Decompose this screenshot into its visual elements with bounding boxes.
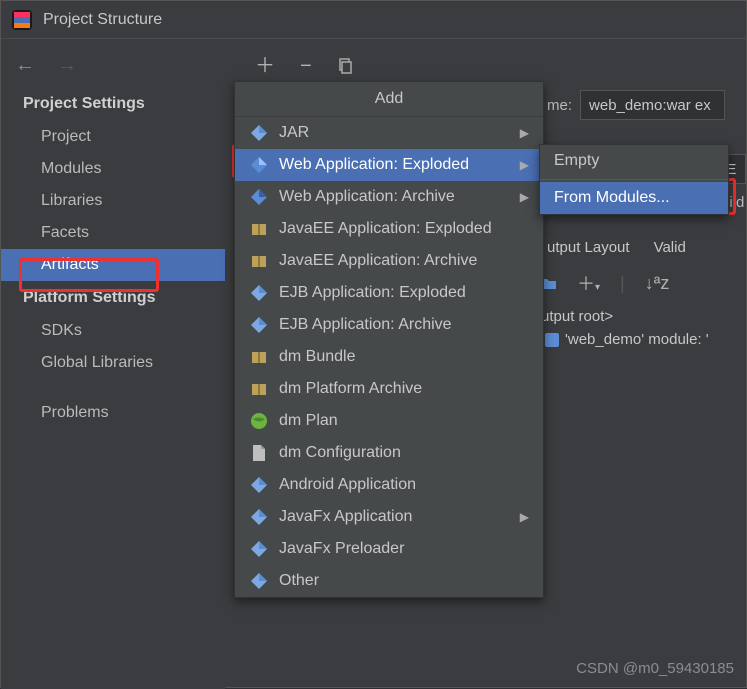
forward-arrow-icon: → [57, 54, 77, 77]
web-exploded-submenu: Empty From Modules... [539, 144, 729, 215]
submenu-item-from-modules[interactable]: From Modules... [540, 182, 728, 214]
window-title: Project Structure [43, 11, 162, 29]
submenu-separator [540, 179, 728, 180]
artifact-type-icon [249, 443, 269, 463]
sidebar-item-global-libraries[interactable]: Global Libraries [1, 347, 225, 379]
sidebar: Project Settings Project Modules Librari… [1, 87, 225, 689]
sidebar-item-sdks[interactable]: SDKs [1, 315, 225, 347]
menu-item-javafx-application[interactable]: JavaFx Application ▶ [235, 501, 543, 533]
submenu-arrow-icon: ▶ [520, 510, 529, 524]
sidebar-item-project[interactable]: Project [1, 121, 225, 153]
menu-item-label: EJB Application: Archive [279, 316, 452, 334]
artifact-type-icon [249, 379, 269, 399]
menu-item-ejb-application-archive[interactable]: EJB Application: Archive [235, 309, 543, 341]
menu-item-label: JavaFx Preloader [279, 540, 404, 558]
sidebar-heading-platform: Platform Settings [1, 281, 225, 315]
menu-item-label: Other [279, 572, 319, 590]
menu-item-dm-platform-archive[interactable]: dm Platform Archive [235, 373, 543, 405]
menu-item-dm-plan[interactable]: dm Plan [235, 405, 543, 437]
artifact-type-icon [249, 155, 269, 175]
sidebar-item-problems[interactable]: Problems [1, 397, 225, 429]
artifact-type-icon [249, 251, 269, 271]
tab-output-layout[interactable]: utput Layout [547, 239, 630, 267]
menu-item-label: dm Plan [279, 412, 338, 430]
artifact-name-input[interactable]: web_demo:war ex [580, 90, 725, 120]
artifact-type-icon [249, 219, 269, 239]
tree-module-row[interactable]: 'web_demo' module: ' [541, 328, 746, 351]
menu-item-label: Android Application [279, 476, 416, 494]
menu-item-javafx-preloader[interactable]: JavaFx Preloader [235, 533, 543, 565]
tab-validation[interactable]: Valid [654, 239, 686, 267]
artifact-type-icon [249, 347, 269, 367]
tree-root-row[interactable]: utput root> [541, 305, 746, 328]
tree-root-label: utput root> [541, 308, 613, 325]
menu-item-android-application[interactable]: Android Application [235, 469, 543, 501]
artifact-type-icon [249, 283, 269, 303]
artifact-type-icon [249, 475, 269, 495]
artifact-type-icon [249, 187, 269, 207]
menu-item-label: Web Application: Exploded [279, 156, 469, 174]
menu-item-label: JavaFx Application [279, 508, 412, 526]
menu-item-web-application-archive[interactable]: Web Application: Archive ▶ [235, 181, 543, 213]
menu-item-javaee-application-archive[interactable]: JavaEE Application: Archive [235, 245, 543, 277]
menu-item-jar[interactable]: JAR ▶ [235, 117, 543, 149]
popup-title: Add [235, 82, 543, 117]
sidebar-heading-project: Project Settings [1, 87, 225, 121]
submenu-item-empty[interactable]: Empty [540, 145, 728, 177]
artifact-type-icon [249, 315, 269, 335]
menu-item-label: JAR [279, 124, 309, 142]
sidebar-item-artifacts[interactable]: Artifacts [1, 249, 225, 281]
artifact-type-icon [249, 411, 269, 431]
sort-icon[interactable]: ↓ªz [645, 273, 670, 294]
menu-item-javaee-application-exploded[interactable]: JavaEE Application: Exploded [235, 213, 543, 245]
sidebar-item-modules[interactable]: Modules [1, 153, 225, 185]
artifact-type-icon [249, 539, 269, 559]
back-arrow-icon[interactable]: ← [15, 54, 35, 77]
menu-item-label: dm Bundle [279, 348, 356, 366]
menu-item-dm-configuration[interactable]: dm Configuration [235, 437, 543, 469]
name-label: me: [547, 97, 572, 114]
module-icon [545, 333, 559, 347]
nav-back-forward: ← → [1, 43, 241, 88]
menu-item-label: EJB Application: Exploded [279, 284, 466, 302]
artifact-type-icon [249, 507, 269, 527]
menu-item-label: dm Platform Archive [279, 380, 422, 398]
output-toolbar: ＋▾ | ↓ªz [541, 269, 746, 297]
artifact-type-icon [249, 123, 269, 143]
artifact-type-icon [249, 571, 269, 591]
intellij-logo-icon [11, 9, 33, 31]
menu-item-ejb-application-exploded[interactable]: EJB Application: Exploded [235, 277, 543, 309]
menu-item-other[interactable]: Other [235, 565, 543, 597]
sidebar-item-facets[interactable]: Facets [1, 217, 225, 249]
menu-item-web-application-exploded[interactable]: Web Application: Exploded ▶ [235, 149, 543, 181]
submenu-arrow-icon: ▶ [520, 190, 529, 204]
submenu-arrow-icon: ▶ [520, 126, 529, 140]
titlebar: Project Structure [1, 1, 746, 39]
output-tree: utput root> 'web_demo' module: ' [541, 305, 746, 351]
menu-item-label: JavaEE Application: Exploded [279, 220, 492, 238]
menu-item-label: dm Configuration [279, 444, 401, 462]
project-structure-window: Project Structure ← → Project Settings P… [0, 0, 747, 688]
add-icon[interactable]: ＋ [255, 56, 275, 76]
tree-module-label: 'web_demo' module: ' [565, 331, 709, 348]
menu-item-dm-bundle[interactable]: dm Bundle [235, 341, 543, 373]
remove-icon[interactable]: − [300, 56, 312, 76]
sidebar-item-libraries[interactable]: Libraries [1, 185, 225, 217]
add-content-icon[interactable]: ＋▾ [577, 270, 600, 296]
watermark: CSDN @m0_59430185 [576, 660, 734, 677]
menu-item-label: JavaEE Application: Archive [279, 252, 477, 270]
submenu-arrow-icon: ▶ [520, 158, 529, 172]
menu-item-label: Web Application: Archive [279, 188, 455, 206]
add-artifact-menu: Add JAR ▶ Web Application: Exploded ▶ Web … [234, 81, 544, 598]
